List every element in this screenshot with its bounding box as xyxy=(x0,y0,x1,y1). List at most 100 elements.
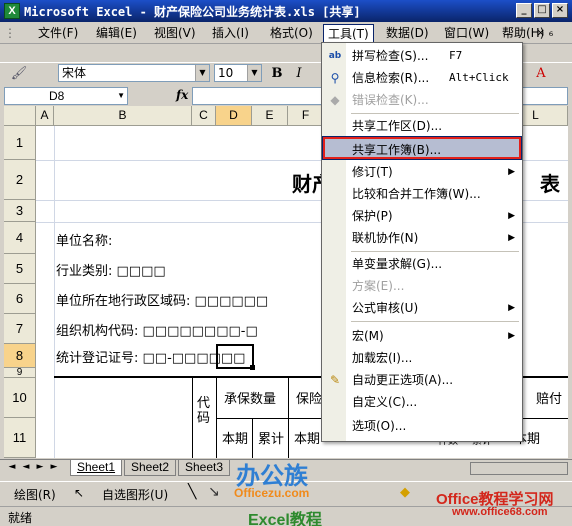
menu-data[interactable]: 数据(D) xyxy=(382,25,433,42)
restore-button[interactable]: □ xyxy=(534,3,550,18)
name-box[interactable]: D8 ▼ xyxy=(4,87,128,105)
chevron-down-icon[interactable]: ▼ xyxy=(117,88,125,104)
autocorrect-icon: ✎ xyxy=(329,373,341,387)
column-header[interactable]: A xyxy=(36,106,54,126)
row-header-selected[interactable]: 8 xyxy=(4,344,36,368)
sheet-tab-sheet3[interactable]: Sheet3 xyxy=(178,460,231,476)
table-code-header: 代码 xyxy=(197,396,211,426)
menu-item-error-check: ◆ 错误检查(K)... xyxy=(323,89,521,111)
menu-view[interactable]: 视图(V) xyxy=(150,25,200,42)
table-compensation-header: 赔付 xyxy=(536,392,563,407)
menu-item-goal-seek[interactable]: 单变量求解(G)... xyxy=(323,253,521,275)
gridline xyxy=(54,126,55,458)
menu-insert[interactable]: 插入(I) xyxy=(208,25,253,42)
table-border xyxy=(192,378,193,458)
excel-app-icon[interactable]: X xyxy=(4,3,20,19)
watermark-site-url: www.office68.com xyxy=(452,506,548,518)
title-bar: X Microsoft Excel - 财产保险公司业务统计表.xls [共享]… xyxy=(0,0,572,22)
fill-color-icon[interactable]: ◆ xyxy=(400,485,410,500)
select-objects-icon[interactable]: ↖ xyxy=(74,486,84,500)
chevron-down-icon[interactable]: ▼ xyxy=(195,65,209,81)
table-insurance-header: 保险 xyxy=(296,392,323,407)
row-header[interactable]: 9 xyxy=(4,367,36,378)
close-button[interactable]: × xyxy=(552,3,568,18)
menu-tools[interactable]: 工具(T) xyxy=(323,24,374,44)
status-text: 就绪 xyxy=(8,511,33,525)
minimize-button[interactable]: _ xyxy=(516,3,532,18)
menu-item-macro[interactable]: 宏(M) ▶ xyxy=(323,325,521,347)
menu-separator xyxy=(351,251,519,252)
row-header[interactable]: 10 xyxy=(4,378,36,418)
menu-edit[interactable]: 编辑(E) xyxy=(92,25,141,42)
last-sheet-icon[interactable]: ► xyxy=(48,462,60,472)
sheet-title-fragment: 表 xyxy=(540,172,560,196)
menu-format[interactable]: 格式(O) xyxy=(266,25,317,42)
menu-grip-icon: ⋮ xyxy=(4,26,16,40)
doc-close-icon[interactable]: × ₆ xyxy=(536,26,553,39)
font-size-combo[interactable]: 10 ▼ xyxy=(214,64,262,82)
menu-item-options[interactable]: 选项(O)... xyxy=(323,415,521,437)
font-size-value: 10 xyxy=(218,66,234,80)
menu-item-autocorrect[interactable]: ✎ 自动更正选项(A)... xyxy=(323,369,521,391)
sheet-tab-sheet1[interactable]: Sheet1 xyxy=(70,460,123,476)
tools-menu: ab 拼写检查(S)... F7 ⚲ 信息检索(R)... Alt+Click … xyxy=(321,42,523,442)
sheet-tab-sheet2[interactable]: Sheet2 xyxy=(124,460,177,476)
name-box-value: D8 xyxy=(49,89,65,103)
column-header[interactable]: F xyxy=(288,106,324,126)
prev-sheet-icon[interactable]: ◄ xyxy=(20,462,32,472)
italic-button[interactable]: I xyxy=(290,65,308,83)
first-sheet-icon[interactable]: ◄ xyxy=(6,462,18,472)
table-border xyxy=(252,418,253,458)
horizontal-scrollbar[interactable] xyxy=(470,462,568,475)
menu-item-formula-auditing[interactable]: 公式审核(U) ▶ xyxy=(323,297,521,319)
table-underwriting-qty: 承保数量 xyxy=(224,392,277,407)
font-color-icon[interactable]: A xyxy=(532,65,550,83)
menu-file[interactable]: 文件(F) xyxy=(34,25,82,42)
row-header[interactable]: 4 xyxy=(4,222,36,254)
select-all-corner[interactable] xyxy=(4,106,36,126)
chevron-down-icon[interactable]: ▼ xyxy=(247,65,261,81)
menu-item-share-workbook[interactable]: 共享工作簿(B)... xyxy=(322,136,522,160)
column-header-selected[interactable]: D xyxy=(216,106,252,126)
next-sheet-icon[interactable]: ► xyxy=(34,462,46,472)
menu-item-addins[interactable]: 加载宏(I)... xyxy=(323,347,521,369)
row-header[interactable]: 5 xyxy=(4,254,36,284)
menu-item-shared-workspace[interactable]: 共享工作区(D)... xyxy=(323,115,521,137)
row-header[interactable]: 7 xyxy=(4,314,36,344)
column-header[interactable]: B xyxy=(54,106,192,126)
window-title: Microsoft Excel - 财产保险公司业务统计表.xls [共享] xyxy=(24,5,361,19)
column-header[interactable]: C xyxy=(192,106,216,126)
function-icon[interactable]: fx xyxy=(176,88,188,102)
submenu-arrow-icon: ▶ xyxy=(508,303,515,313)
row-header[interactable]: 2 xyxy=(4,160,36,200)
menu-window[interactable]: 窗口(W) xyxy=(440,25,493,42)
menu-item-compare-merge[interactable]: 比较和合并工作簿(W)... xyxy=(323,183,521,205)
row-header[interactable]: 11 xyxy=(4,418,36,458)
menu-item-protection[interactable]: 保护(P) ▶ xyxy=(323,205,521,227)
row-header[interactable]: 3 xyxy=(4,200,36,222)
watermark-excel-tutorial: Excel教程 xyxy=(248,512,322,526)
error-check-icon: ◆ xyxy=(330,93,340,107)
submenu-arrow-icon: ▶ xyxy=(508,167,515,177)
table-current-period: 本期 xyxy=(222,432,249,447)
spell-check-icon: ab xyxy=(328,51,342,61)
column-header[interactable]: E xyxy=(252,106,288,126)
menu-item-research[interactable]: ⚲ 信息检索(R)... Alt+Click xyxy=(323,67,521,89)
font-name-combo[interactable]: 宋体 ▼ xyxy=(58,64,210,82)
fill-handle[interactable] xyxy=(250,365,255,370)
menu-bar: ⋮ 文件(F) 编辑(E) 视图(V) 插入(I) 格式(O) 工具(T) 数据… xyxy=(0,22,572,44)
format-painter-icon[interactable]: 🖌 xyxy=(10,65,28,83)
row-header[interactable]: 1 xyxy=(4,126,36,160)
table-current-period: 本期 xyxy=(294,432,321,447)
line-icon[interactable]: ╲ xyxy=(188,484,196,500)
row-header[interactable]: 6 xyxy=(4,284,36,314)
menu-item-track-changes[interactable]: 修订(T) ▶ xyxy=(323,161,521,183)
menu-item-online-collab[interactable]: 联机协作(N) ▶ xyxy=(323,227,521,249)
bold-button[interactable]: B xyxy=(268,65,286,83)
active-cell[interactable] xyxy=(216,344,254,369)
menu-item-customize[interactable]: 自定义(C)... xyxy=(323,391,521,413)
arrow-icon[interactable]: ↘ xyxy=(208,484,220,500)
menu-item-spelling[interactable]: ab 拼写检查(S)... F7 xyxy=(323,45,521,67)
autoshape-button[interactable]: 自选图形(U) xyxy=(102,486,168,503)
draw-menu-button[interactable]: 绘图(R) xyxy=(14,486,56,503)
